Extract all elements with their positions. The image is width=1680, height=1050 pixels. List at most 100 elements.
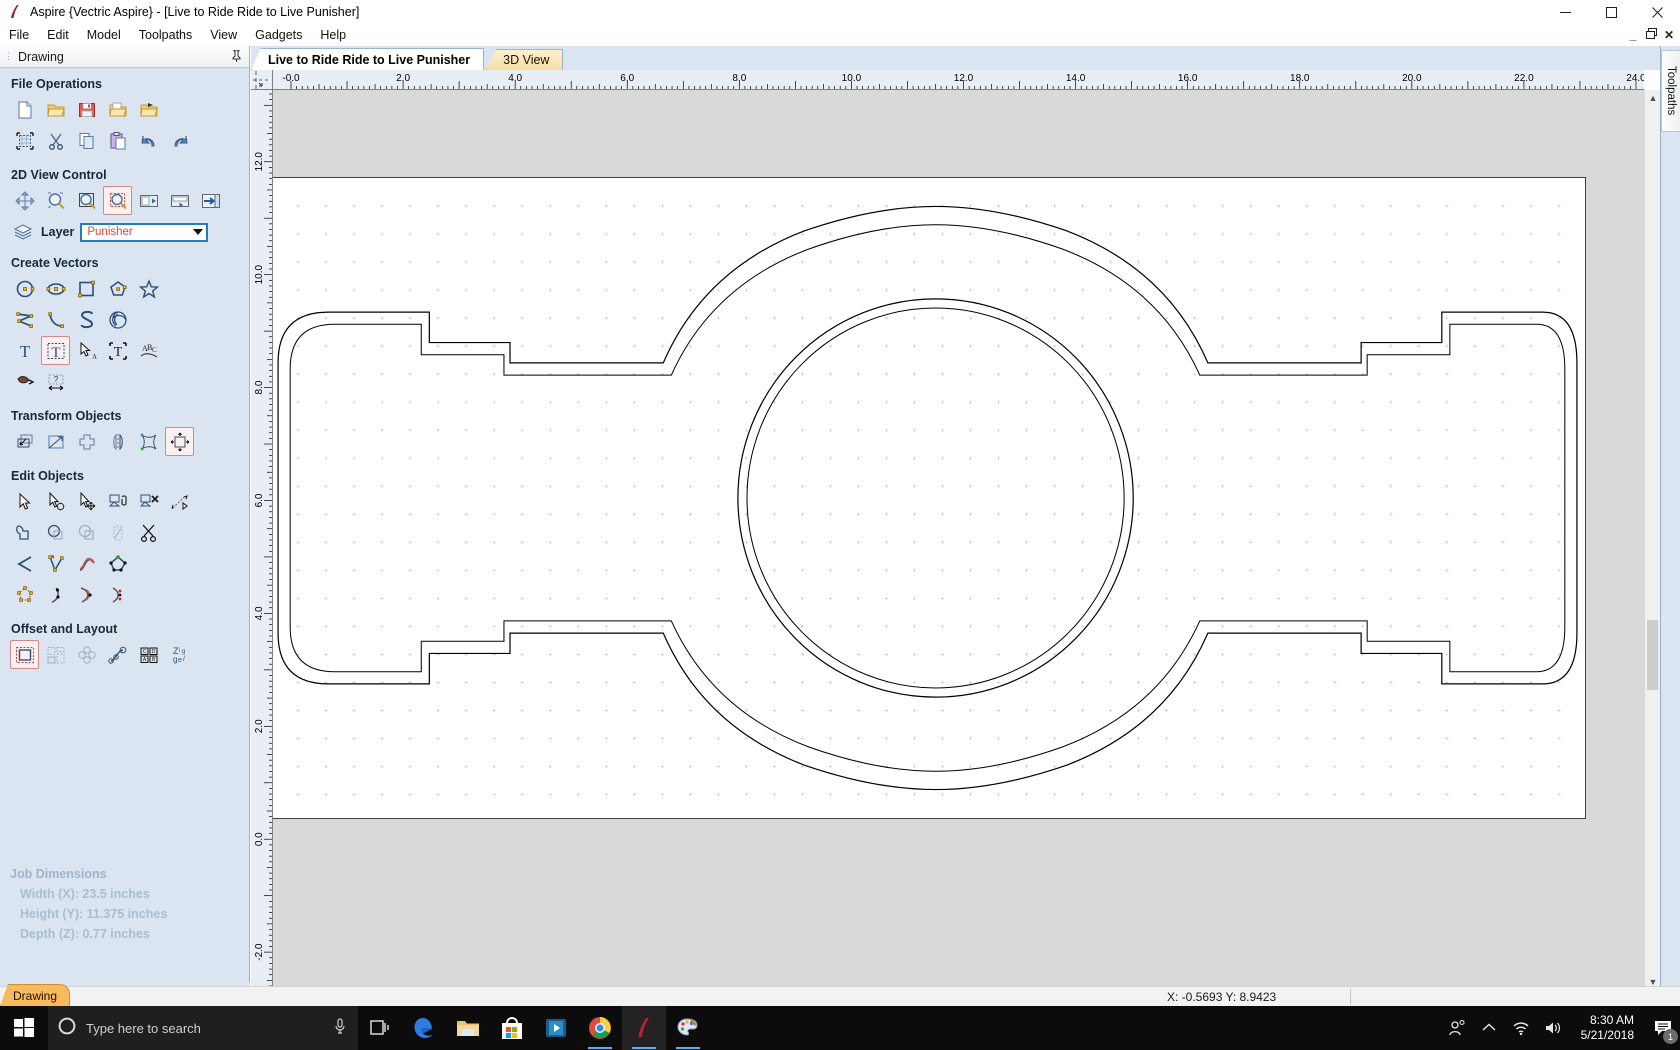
network-icon[interactable] xyxy=(1505,1006,1537,1050)
menu-edit[interactable]: Edit xyxy=(38,26,78,44)
smooth-node-icon[interactable] xyxy=(72,549,101,578)
select-all-icon[interactable] xyxy=(10,126,39,155)
polyline-node-icon[interactable] xyxy=(103,549,132,578)
people-icon[interactable] xyxy=(1441,1006,1473,1050)
tab-3d-view[interactable]: 3D View xyxy=(486,49,564,70)
pan-icon[interactable] xyxy=(10,186,39,215)
zoom-tool4-icon[interactable] xyxy=(134,186,163,215)
volume-icon[interactable] xyxy=(1537,1006,1569,1050)
fillet-icon[interactable] xyxy=(103,518,132,547)
import-icon[interactable] xyxy=(134,95,163,124)
insert-node-icon[interactable] xyxy=(41,549,70,578)
tab-drawing[interactable]: Drawing xyxy=(0,984,71,1006)
star-icon[interactable] xyxy=(134,274,163,303)
offset-icon[interactable] xyxy=(10,640,39,669)
dimension-icon[interactable]: ? xyxy=(41,367,70,396)
curve-mid-icon[interactable] xyxy=(72,580,101,609)
spiral-icon[interactable] xyxy=(103,305,132,334)
vector-geometry[interactable] xyxy=(273,178,1585,818)
scroll-up-arrow-icon[interactable]: ▲ xyxy=(1645,90,1661,106)
rectangle-icon[interactable] xyxy=(72,274,101,303)
text-layout-icon[interactable]: Zi g g e / xyxy=(165,640,194,669)
zoom-extents-icon[interactable] xyxy=(72,186,101,215)
show-hidden-icons-icon[interactable] xyxy=(1473,1006,1505,1050)
text-transform-icon[interactable]: T xyxy=(103,336,132,365)
microphone-icon[interactable] xyxy=(332,1017,348,1040)
move-nodes-icon[interactable] xyxy=(72,487,101,516)
circle-icon[interactable] xyxy=(10,274,39,303)
google-chrome-icon[interactable] xyxy=(578,1006,622,1050)
corner-icon[interactable] xyxy=(10,549,39,578)
mdi-restore-button[interactable] xyxy=(1642,28,1660,42)
undo-icon[interactable] xyxy=(134,126,163,155)
menu-file[interactable]: File xyxy=(0,26,38,44)
trim-icon[interactable] xyxy=(134,518,163,547)
open-folder-icon[interactable] xyxy=(41,95,70,124)
drawing-canvas[interactable] xyxy=(273,90,1644,990)
array-copy-icon[interactable] xyxy=(72,640,101,669)
close-button[interactable] xyxy=(1634,0,1680,24)
minimize-button[interactable] xyxy=(1542,0,1588,24)
select-arrow-icon[interactable] xyxy=(10,487,39,516)
zoom-icon[interactable] xyxy=(41,186,70,215)
intersect-icon[interactable] xyxy=(72,518,101,547)
panel-grip-icon[interactable]: ⋮ xyxy=(4,52,14,61)
subtract-icon[interactable] xyxy=(41,518,70,547)
mdi-minimize-button[interactable]: _ xyxy=(1624,28,1642,42)
microsoft-store-icon[interactable] xyxy=(490,1006,534,1050)
cut-icon[interactable] xyxy=(41,126,70,155)
zoom-tool6-icon[interactable] xyxy=(196,186,225,215)
copy-icon[interactable] xyxy=(72,126,101,155)
maximize-button[interactable] xyxy=(1588,0,1634,24)
tab-live-to-ride-punisher[interactable]: Live to Ride Ride to Live Punisher xyxy=(251,48,485,70)
pin-icon[interactable] xyxy=(232,49,241,65)
text-icon[interactable]: T xyxy=(10,336,39,365)
horizontal-ruler[interactable]: -0.0 2.0 4.0 6.0 8.0 10.0 12.0 14.0 16.0 18.0 20.0… xyxy=(273,70,1644,90)
measure-icon[interactable] xyxy=(165,487,194,516)
edge-icon[interactable] xyxy=(402,1006,446,1050)
nest-icon[interactable] xyxy=(41,640,70,669)
tab-toolpaths[interactable]: Toolpaths xyxy=(1661,50,1680,132)
movies-tv-icon[interactable] xyxy=(534,1006,578,1050)
menu-view[interactable]: View xyxy=(201,26,246,44)
polyline-icon[interactable] xyxy=(10,305,39,334)
layer-combobox[interactable]: Punisher xyxy=(80,222,209,242)
notification-center-icon[interactable]: 1 xyxy=(1646,1006,1680,1050)
menu-help[interactable]: Help xyxy=(311,26,355,44)
task-view-icon[interactable] xyxy=(358,1006,402,1050)
curve-icon[interactable] xyxy=(72,305,101,334)
menu-toolpaths[interactable]: Toolpaths xyxy=(130,26,202,44)
mdi-close-button[interactable]: ✕ xyxy=(1660,28,1678,42)
text-select-icon[interactable]: AB xyxy=(72,336,101,365)
weld-icon[interactable] xyxy=(10,518,39,547)
menu-model[interactable]: Model xyxy=(78,26,130,44)
ruler-origin-corner[interactable] xyxy=(251,70,273,90)
zoom-selection-icon[interactable] xyxy=(103,186,132,215)
vertical-ruler[interactable]: 12.0 10.0 8.0 6.0 4.0 2.0 0.0 -2.0 xyxy=(251,90,273,990)
start-icon[interactable] xyxy=(0,1006,48,1050)
file-explorer-icon[interactable] xyxy=(446,1006,490,1050)
vertical-scrollbar[interactable]: ▲ ▼ xyxy=(1644,90,1661,990)
ellipse-icon[interactable] xyxy=(41,274,70,303)
text-on-curve-icon[interactable]: ABC xyxy=(134,336,163,365)
scale-icon[interactable] xyxy=(41,427,70,456)
distort-icon[interactable] xyxy=(134,427,163,456)
material-sheet[interactable] xyxy=(273,177,1586,820)
copy-along-curve-icon[interactable] xyxy=(103,640,132,669)
vectric-aspire-icon[interactable] xyxy=(622,1006,666,1050)
close-vector-icon[interactable] xyxy=(134,487,163,516)
paste-icon[interactable] xyxy=(103,126,132,155)
taskbar-clock[interactable]: 8:30 AM 5/21/2018 xyxy=(1569,1006,1646,1050)
block-copy-icon[interactable]: CDAB xyxy=(134,640,163,669)
redo-icon[interactable] xyxy=(165,126,194,155)
trace-bitmap-icon[interactable] xyxy=(10,367,39,396)
vertical-scrollbar-thumb[interactable] xyxy=(1647,620,1658,690)
search-input[interactable]: Type here to search xyxy=(48,1006,358,1050)
text-box-icon[interactable]: T xyxy=(41,336,70,365)
curve-end-icon[interactable] xyxy=(103,580,132,609)
chevron-down-icon[interactable] xyxy=(193,229,204,235)
new-file-icon[interactable] xyxy=(10,95,39,124)
polygon-icon[interactable] xyxy=(103,274,132,303)
curve-start-icon[interactable] xyxy=(41,580,70,609)
save-icon[interactable] xyxy=(72,95,101,124)
